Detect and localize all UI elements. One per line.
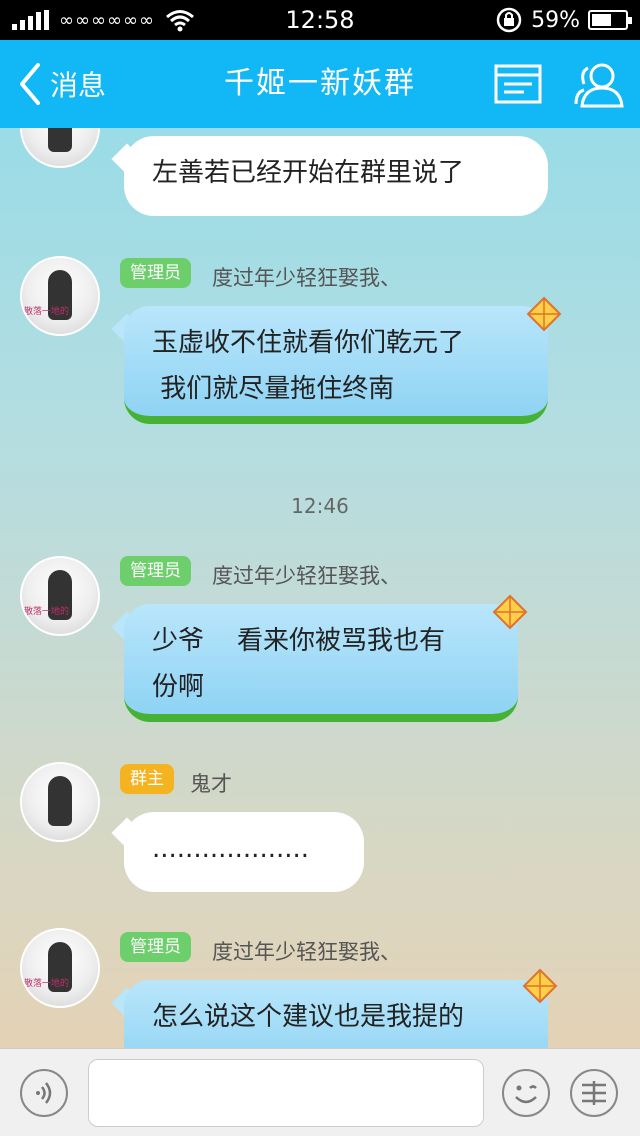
message-line: 份啊 (152, 672, 205, 702)
menu-list-icon (494, 64, 542, 104)
voice-button[interactable] (20, 1069, 68, 1117)
admin-badge: 管理员 (120, 932, 191, 962)
admin-badge: 管理员 (120, 556, 191, 586)
battery-icon (588, 10, 632, 30)
avatar[interactable]: 散落一地的 (20, 556, 100, 636)
group-members-button[interactable] (570, 60, 626, 110)
input-bar (0, 1048, 640, 1136)
emoji-icon (515, 1085, 537, 1104)
avatar[interactable]: 散落一地的 (20, 256, 100, 336)
avatar-caption: 散落一地的 (24, 979, 70, 989)
owner-badge: 群主 (120, 764, 174, 794)
message-bubble[interactable]: 玉虚收不住就看你们乾元了 我们就尽量拖住终南 (124, 306, 548, 424)
message-bubble[interactable]: 怎么说这个建议也是我提的 (124, 980, 548, 1048)
avatar[interactable] (20, 762, 100, 842)
message-bubble[interactable]: 左善若已经开始在群里说了 (124, 136, 548, 216)
message-line: 怎么说这个建议也是我提的 (152, 1002, 465, 1032)
back-button[interactable]: 消息 (14, 58, 106, 110)
carrier-label: ∞∞∞∞∞∞ (59, 9, 155, 31)
message-bubble[interactable]: ................... (124, 812, 364, 892)
message-line: 我们就尽量拖住终南 (152, 374, 395, 404)
members-icon (574, 63, 624, 108)
sender-name: 鬼才 (190, 772, 232, 796)
back-label: 消息 (50, 69, 107, 102)
avatar[interactable] (20, 128, 100, 168)
message-text: 左善若已经开始在群里说了 (152, 158, 465, 188)
admin-badge: 管理员 (120, 258, 191, 288)
kite-icon (492, 594, 528, 630)
timestamp: 12:46 (291, 494, 349, 518)
kite-icon (522, 968, 558, 1004)
rotation-lock-icon (496, 7, 522, 33)
avatar-caption: 散落一地的 (24, 307, 70, 317)
battery-fill (592, 14, 611, 26)
signal-icon (12, 10, 49, 30)
sender-name: 度过年少轻狂娶我、 (212, 266, 401, 290)
battery-percent: 59% (531, 7, 580, 33)
chat-area[interactable]: 左善若已经开始在群里说了 散落一地的 管理员 度过年少轻狂娶我、 玉虚收不住就看… (0, 128, 640, 1048)
voice-icon (36, 1082, 52, 1104)
title-bar: 消息 千姬一新妖群 (0, 40, 640, 128)
sender-name: 度过年少轻狂娶我、 (212, 940, 401, 964)
sender-name: 度过年少轻狂娶我、 (212, 564, 401, 588)
message-text: ................... (152, 834, 310, 864)
more-icon (582, 1081, 606, 1105)
more-button[interactable] (570, 1069, 618, 1117)
status-left: ∞∞∞∞∞∞ (12, 8, 195, 32)
status-bar: ∞∞∞∞∞∞ 12:58 59% (0, 0, 640, 40)
message-bubble[interactable]: 少爷 看来你被骂我也有 份啊 (124, 604, 518, 722)
avatar-caption: 散落一地的 (24, 607, 70, 617)
wifi-icon (166, 10, 194, 32)
emoji-button[interactable] (502, 1069, 550, 1117)
avatar[interactable]: 散落一地的 (20, 928, 100, 1008)
status-right: 59% (495, 6, 632, 34)
back-chevron-icon (20, 63, 40, 105)
message-line: 玉虚收不住就看你们乾元了 (152, 328, 465, 358)
message-line: 少爷 看来你被骂我也有 (152, 626, 446, 656)
menu-button[interactable] (494, 64, 542, 104)
message-input[interactable] (88, 1059, 484, 1127)
kite-icon (526, 296, 562, 332)
